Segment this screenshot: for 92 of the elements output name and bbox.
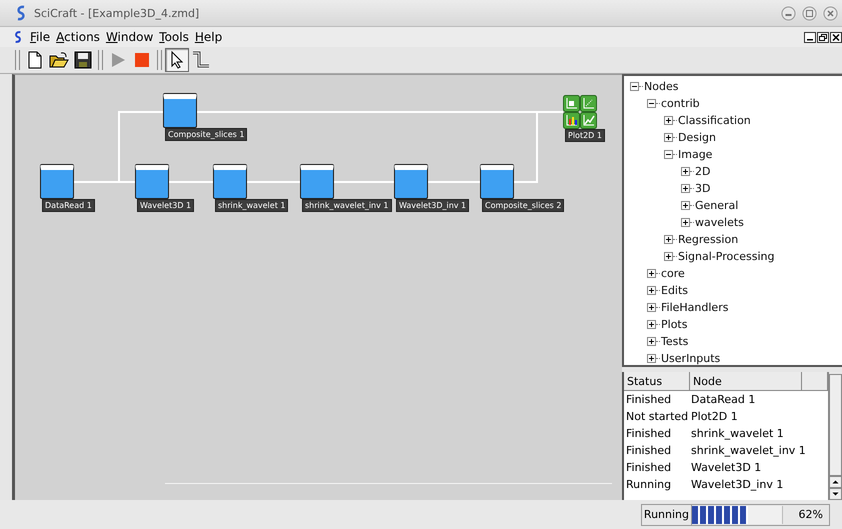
node-label: Wavelet3D_inv 1 xyxy=(396,199,470,212)
tree-item[interactable]: Signal-Processing xyxy=(678,250,774,263)
expand-icon[interactable] xyxy=(647,354,656,363)
menu-item[interactable]: File xyxy=(30,30,50,44)
tree-item[interactable]: Design xyxy=(678,131,716,144)
scroll-down-icon[interactable] xyxy=(829,488,842,500)
connector-icon xyxy=(192,51,210,69)
expand-icon[interactable] xyxy=(681,184,690,193)
tree-item[interactable]: 3D xyxy=(695,182,710,195)
window-title: SciCraft - [Example3D_4.zmd] xyxy=(34,6,200,20)
connection-line xyxy=(169,181,213,183)
scrollbar[interactable] xyxy=(828,372,842,500)
node-label: Composite_slices 1 xyxy=(165,128,248,141)
expand-icon[interactable] xyxy=(647,337,656,346)
node-label: Wavelet3D 1 xyxy=(137,199,194,212)
module-node[interactable] xyxy=(213,165,247,199)
table-cell-text: Wavelet3D_inv 1 xyxy=(690,478,784,491)
tree-item[interactable]: Image xyxy=(678,148,712,161)
table-cell-text: Running xyxy=(625,478,672,491)
connection-line xyxy=(428,181,480,183)
expand-icon[interactable] xyxy=(647,320,656,329)
plot-node-icon[interactable] xyxy=(563,95,597,129)
stop-icon xyxy=(134,52,150,68)
module-node[interactable] xyxy=(135,165,169,199)
connection-line xyxy=(247,181,300,183)
node-label: Composite_slices 2 xyxy=(482,199,564,212)
expand-icon[interactable] xyxy=(664,133,673,142)
expand-icon[interactable] xyxy=(664,116,673,125)
restore-icon[interactable] xyxy=(817,32,829,42)
tree-item[interactable]: 2D xyxy=(695,165,710,178)
node-label: shrink_wavelet 1 xyxy=(215,199,288,212)
expand-icon[interactable] xyxy=(664,252,673,261)
collapse-icon[interactable] xyxy=(647,99,656,108)
table-cell-text: shrink_wavelet_inv 1 xyxy=(690,444,806,457)
tree-item[interactable]: UserInputs xyxy=(661,352,720,365)
module-node[interactable] xyxy=(163,94,197,128)
table-cell-text: shrink_wavelet 1 xyxy=(690,427,784,440)
app-logo-icon xyxy=(16,5,26,21)
maximize-icon[interactable] xyxy=(802,6,817,20)
column-header[interactable]: Status xyxy=(624,372,690,390)
table-cell-text: Finished xyxy=(625,461,672,474)
table-cell-text: Wavelet3D 1 xyxy=(690,461,762,474)
module-node[interactable] xyxy=(480,165,514,199)
expand-icon[interactable] xyxy=(647,269,656,278)
menu-item[interactable]: Actions xyxy=(56,30,100,44)
expand-icon[interactable] xyxy=(647,303,656,312)
table-cell-text: DataRead 1 xyxy=(690,393,756,406)
column-header[interactable]: Node xyxy=(690,372,802,390)
table-cell-text: Finished xyxy=(625,444,672,457)
expand-icon[interactable] xyxy=(647,286,656,295)
close-icon[interactable] xyxy=(830,32,842,42)
tree-item[interactable]: Tests xyxy=(661,335,688,348)
scrollbar-thumb[interactable] xyxy=(829,374,842,476)
tree-item[interactable]: Edits xyxy=(661,284,688,297)
node-label: shrink_wavelet_inv 1 xyxy=(302,199,392,212)
table-cell-text: Finished xyxy=(625,393,672,406)
connection-line xyxy=(334,181,394,183)
pointer-tool-button[interactable] xyxy=(165,48,189,72)
node-label: DataRead 1 xyxy=(42,199,95,212)
folder-icon xyxy=(49,51,69,69)
app-logo-icon xyxy=(14,30,22,44)
expand-icon[interactable] xyxy=(681,218,690,227)
module-node[interactable] xyxy=(40,165,74,199)
expand-icon[interactable] xyxy=(681,201,690,210)
expand-icon[interactable] xyxy=(681,167,690,176)
tree-item[interactable]: wavelets xyxy=(695,216,744,229)
document-icon xyxy=(27,51,43,69)
pointer-icon xyxy=(170,51,184,69)
tree-item[interactable]: General xyxy=(695,199,738,212)
module-node[interactable] xyxy=(394,165,428,199)
tree-item[interactable]: Nodes xyxy=(644,80,678,93)
tree-item[interactable]: contrib xyxy=(661,97,700,110)
tree-item[interactable]: FileHandlers xyxy=(661,301,728,314)
table-cell-text: Plot2D 1 xyxy=(690,410,738,423)
module-node[interactable] xyxy=(300,165,334,199)
tree-item[interactable]: Plots xyxy=(661,318,688,331)
expand-icon[interactable] xyxy=(664,235,673,244)
node-label: Plot2D 1 xyxy=(565,129,605,142)
menu-item[interactable]: Tools xyxy=(159,30,189,44)
collapse-icon[interactable] xyxy=(664,150,673,159)
tree-item[interactable]: Classification xyxy=(678,114,751,127)
progress-reading: 62% xyxy=(798,508,824,521)
scroll-up-icon[interactable] xyxy=(829,476,842,488)
play-icon xyxy=(110,51,126,69)
tree-item[interactable]: core xyxy=(661,267,685,280)
table-cell-text: Finished xyxy=(625,427,672,440)
menu-item[interactable]: Window xyxy=(106,30,154,44)
minimize-icon[interactable] xyxy=(804,32,816,42)
collapse-icon[interactable] xyxy=(630,82,639,91)
table-cell-text: Not started xyxy=(625,410,689,423)
tree-item[interactable]: Regression xyxy=(678,233,738,246)
menu-item[interactable]: Help xyxy=(194,30,222,44)
